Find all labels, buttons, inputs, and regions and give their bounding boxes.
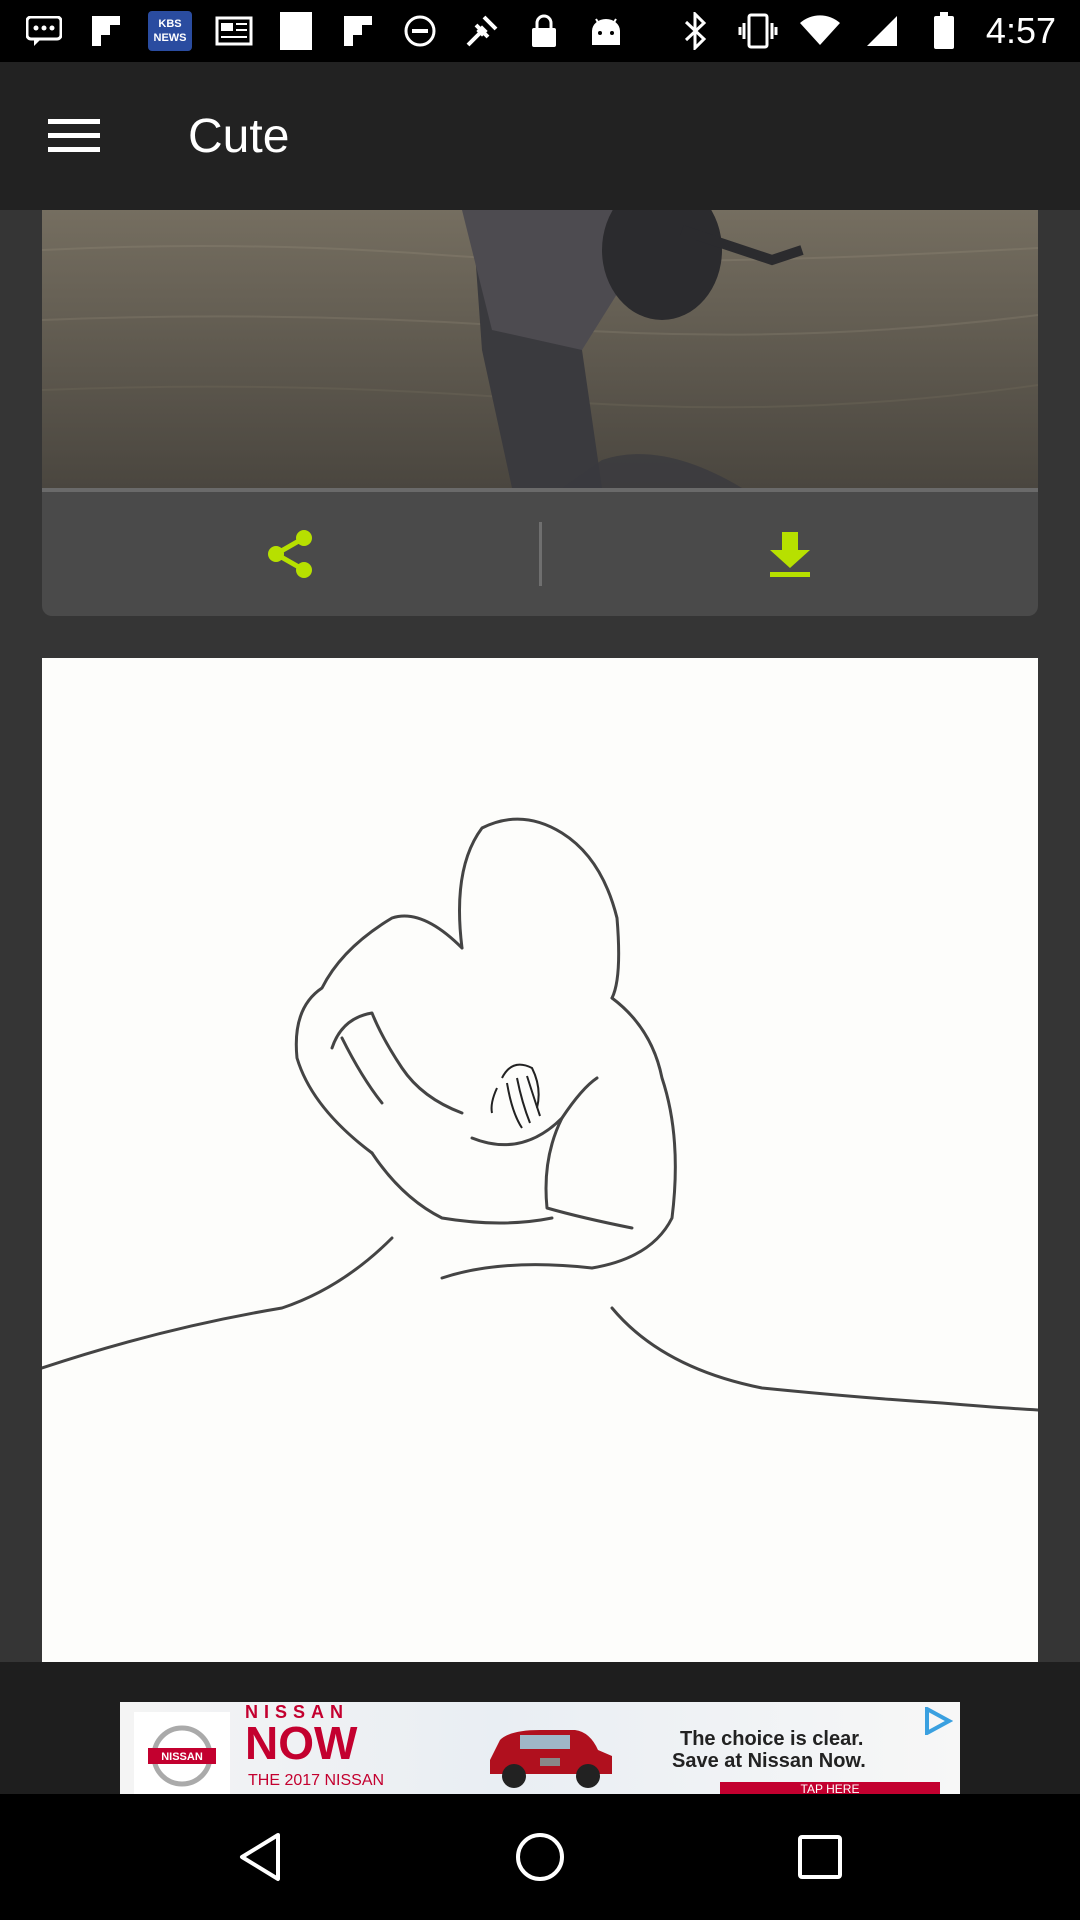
image-feed[interactable]: [0, 210, 1080, 1662]
back-button[interactable]: [215, 1812, 305, 1902]
wifi-icon: [799, 11, 840, 51]
share-icon: [268, 530, 313, 578]
ad-copy-line2: Save at Nissan Now.: [672, 1750, 866, 1772]
card-actions: [42, 492, 1038, 616]
blank-app-icon: [276, 11, 316, 51]
messages-icon: [24, 11, 64, 51]
hamburger-menu-icon: [48, 119, 100, 152]
car-image: [480, 1710, 620, 1794]
adchoices-icon[interactable]: [918, 1704, 958, 1738]
notification-icons: KBS NEWS: [24, 11, 626, 51]
fake-gps-icon: [462, 11, 502, 51]
ad-banner-area: NISSAN NISSAN NOW THE 2017 NISSAN The ch…: [0, 1662, 1080, 1794]
menu-button[interactable]: [0, 62, 148, 210]
svg-text:NISSAN: NISSAN: [161, 1751, 203, 1763]
bluetooth-icon: [676, 11, 716, 51]
nissan-logo-icon: NISSAN: [134, 1712, 230, 1794]
back-icon: [240, 1833, 280, 1881]
download-button[interactable]: [542, 492, 1039, 616]
news-icon: [214, 11, 254, 51]
ad-subline: THE 2017 NISSAN: [248, 1772, 385, 1789]
lock-icon: [524, 11, 564, 51]
ad-cta-button[interactable]: TAP HERE: [720, 1782, 940, 1794]
ad-banner[interactable]: NISSAN NISSAN NOW THE 2017 NISSAN The ch…: [120, 1702, 960, 1794]
ad-copy-line1: The choice is clear.: [680, 1728, 864, 1750]
card-image[interactable]: [42, 210, 1038, 488]
battery-icon: [924, 11, 964, 51]
home-button[interactable]: [495, 1812, 585, 1902]
no-data-icon: [400, 11, 440, 51]
sketch-image[interactable]: [42, 658, 1038, 1662]
share-button[interactable]: [42, 492, 539, 616]
ad-headline: NOW: [245, 1717, 358, 1769]
page-title: Cute: [188, 109, 290, 163]
flipboard-icon: [86, 11, 126, 51]
recents-button[interactable]: [775, 1812, 865, 1902]
home-icon: [516, 1833, 564, 1881]
system-icons: 4:57: [676, 10, 1056, 52]
image-card: [42, 210, 1038, 616]
flipboard-icon: [338, 11, 378, 51]
download-icon: [769, 532, 810, 577]
recents-icon: [798, 1835, 842, 1879]
signal-icon: [862, 11, 902, 51]
navigation-bar: [0, 1794, 1080, 1920]
app-bar: Cute: [0, 62, 1080, 210]
clock: 4:57: [985, 10, 1056, 51]
vibrate-icon: [738, 11, 778, 51]
android-icon: [586, 11, 626, 51]
kbs-news-icon: KBS NEWS: [148, 11, 192, 51]
status-bar: KBS NEWS 4:57: [0, 0, 1080, 62]
